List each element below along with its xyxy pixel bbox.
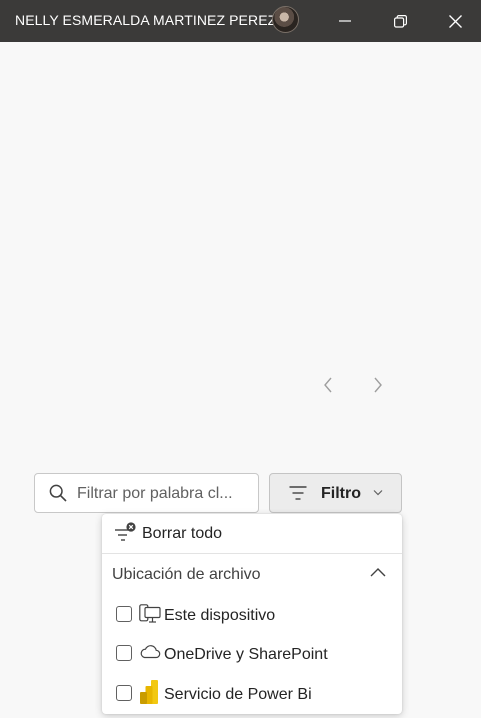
clear-all-button[interactable]: Borrar todo — [102, 514, 402, 553]
restore-icon — [393, 14, 407, 28]
checkbox[interactable] — [116, 685, 132, 701]
minimize-button[interactable] — [320, 0, 370, 42]
checkbox[interactable] — [116, 606, 132, 622]
clear-all-label: Borrar todo — [142, 525, 223, 542]
chevron-left-icon — [324, 377, 332, 393]
close-button[interactable] — [430, 0, 480, 42]
option-label: Este dispositivo — [164, 607, 276, 624]
search-icon — [49, 484, 67, 502]
restore-button[interactable] — [375, 0, 425, 42]
chevron-up-icon[interactable] — [370, 567, 386, 577]
section-title: Ubicación de archivo — [112, 566, 261, 583]
account-name[interactable]: NELLY ESMERALDA MARTINEZ PEREZ — [15, 12, 276, 28]
next-button[interactable] — [368, 375, 388, 395]
filter-icon — [289, 486, 307, 500]
previous-button[interactable] — [318, 375, 338, 395]
user-avatar[interactable] — [272, 6, 299, 33]
cloud-icon — [140, 645, 161, 659]
checkbox[interactable] — [116, 645, 132, 661]
power-bi-icon — [140, 680, 158, 704]
minimize-icon — [339, 20, 351, 22]
chevron-right-icon — [374, 377, 382, 393]
option-this-device[interactable]: Este dispositivo — [102, 595, 402, 635]
title-bar: NELLY ESMERALDA MARTINEZ PEREZ — [0, 0, 481, 42]
filter-label: Filtro — [321, 485, 361, 502]
device-icon — [139, 604, 161, 623]
option-label: Servicio de Power Bi — [164, 686, 312, 703]
filter-dropdown: Borrar todo Ubicación de archivo Este di… — [102, 514, 402, 714]
keyword-search-box[interactable] — [34, 473, 259, 513]
option-power-bi-service[interactable]: Servicio de Power Bi — [102, 674, 402, 714]
option-onedrive-sharepoint[interactable]: OneDrive y SharePoint — [102, 634, 402, 674]
clear-filter-icon — [115, 522, 136, 541]
search-input[interactable] — [77, 483, 255, 505]
filter-button[interactable]: Filtro — [269, 473, 402, 513]
close-icon — [448, 14, 462, 28]
chevron-down-icon — [373, 490, 383, 496]
file-location-section-header[interactable]: Ubicación de archivo — [102, 554, 402, 594]
option-label: OneDrive y SharePoint — [164, 646, 328, 663]
